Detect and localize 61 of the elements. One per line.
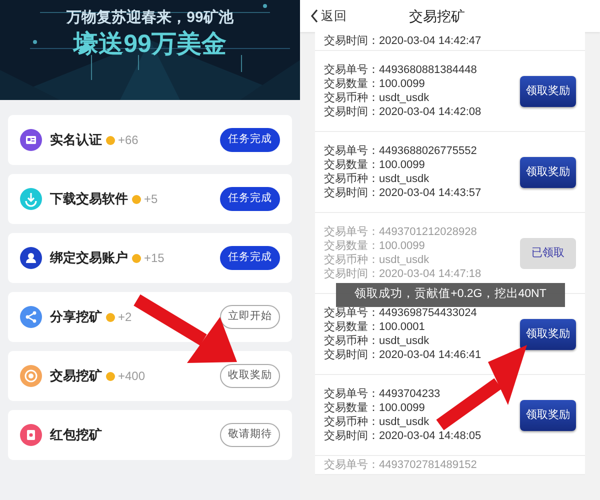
record-line: 交易数量：100.0099 bbox=[324, 77, 426, 91]
task-button[interactable]: 收取奖励 bbox=[220, 364, 280, 388]
page-title: 交易挖矿 bbox=[409, 6, 465, 26]
back-button[interactable]: 返回 bbox=[310, 6, 347, 26]
banner-title: 壕送99万美金 bbox=[74, 29, 226, 60]
download-icon bbox=[20, 188, 42, 210]
reward-points: +5 bbox=[144, 191, 158, 208]
claim-button[interactable]: 已领取 bbox=[520, 238, 576, 268]
task-title: 分享挖矿 bbox=[50, 308, 102, 326]
coin-icon bbox=[106, 312, 115, 322]
toast-message: 领取成功，贡献值+0.2G，挖出40NT bbox=[336, 283, 565, 307]
record-line: 交易币种：usdt_usdk bbox=[324, 334, 430, 348]
record-line: 交易数量：100.0099 bbox=[324, 401, 426, 415]
record-line: 交易单号：4493698754433024 bbox=[324, 306, 478, 320]
record-line: 交易币种：usdt_usdk bbox=[324, 415, 430, 429]
banner-subtitle: 万物复苏迎春来，99矿池 bbox=[66, 8, 234, 28]
record-line: 交易数量：100.0099 bbox=[324, 239, 426, 253]
record-line: 交易币种：usdt_usdk bbox=[324, 91, 430, 105]
task-title: 交易挖矿 bbox=[50, 367, 102, 386]
record-line: 交易单号：4493688026775552 bbox=[324, 144, 478, 158]
task-title: 红包挖矿 bbox=[50, 426, 102, 444]
record-line: 交易币种：usdt_usdk bbox=[324, 253, 430, 267]
record-line: 交易时间：2020-03-04 14:42:47 bbox=[324, 34, 482, 48]
record-line: 交易单号：4493680881384448 bbox=[324, 63, 478, 77]
reward-points: +66 bbox=[118, 132, 138, 149]
task-title: 实名认证 bbox=[50, 131, 102, 150]
share-icon bbox=[20, 306, 42, 328]
record-line: 交易时间：2020-03-04 14:48:05 bbox=[324, 429, 482, 443]
task-button[interactable]: 任务完成 bbox=[220, 128, 280, 152]
record-line: 交易时间：2020-03-04 14:47:18 bbox=[324, 267, 482, 281]
record-line: 交易时间：2020-03-04 14:43:57 bbox=[324, 186, 482, 200]
reward-points: +2 bbox=[118, 309, 132, 326]
claim-button[interactable]: 领取奖励 bbox=[520, 156, 576, 188]
coin-icon bbox=[106, 136, 115, 144]
coin-icon bbox=[132, 254, 141, 262]
record-line: 交易数量：100.0099 bbox=[324, 158, 426, 172]
record-line: 交易单号：4493701212028928 bbox=[324, 225, 478, 239]
task-title: 下载交易软件 bbox=[50, 190, 128, 208]
claim-button[interactable]: 领取奖励 bbox=[520, 318, 576, 350]
task-button[interactable]: 敬请期待 bbox=[220, 423, 280, 447]
id-card-icon bbox=[20, 129, 42, 151]
record-line: 交易单号：4493702781489152 bbox=[324, 458, 477, 472]
coin-icon bbox=[20, 365, 42, 387]
record-line: 交易时间：2020-03-04 14:46:41 bbox=[324, 348, 482, 362]
reward-points: +15 bbox=[144, 250, 164, 267]
record-line: 交易数量：100.0001 bbox=[324, 320, 426, 334]
task-button[interactable]: 任务完成 bbox=[220, 187, 280, 211]
task-title: 绑定交易账户 bbox=[50, 249, 128, 268]
task-button[interactable]: 立即开始 bbox=[220, 305, 280, 329]
user-icon bbox=[20, 247, 42, 269]
record-line: 交易时间：2020-03-04 14:42:08 bbox=[324, 105, 482, 119]
claim-button[interactable]: 领取奖励 bbox=[520, 400, 576, 430]
record-line: 交易单号：4493704233 bbox=[324, 387, 442, 401]
claim-button[interactable]: 领取奖励 bbox=[520, 76, 576, 106]
packet-icon bbox=[20, 424, 42, 446]
record-line: 交易币种：usdt_usdk bbox=[324, 172, 430, 186]
coin-icon bbox=[132, 194, 141, 204]
reward-points: +400 bbox=[118, 368, 146, 385]
coin-icon bbox=[106, 372, 115, 380]
chevron-left-icon bbox=[310, 9, 319, 23]
task-button[interactable]: 任务完成 bbox=[220, 246, 280, 270]
